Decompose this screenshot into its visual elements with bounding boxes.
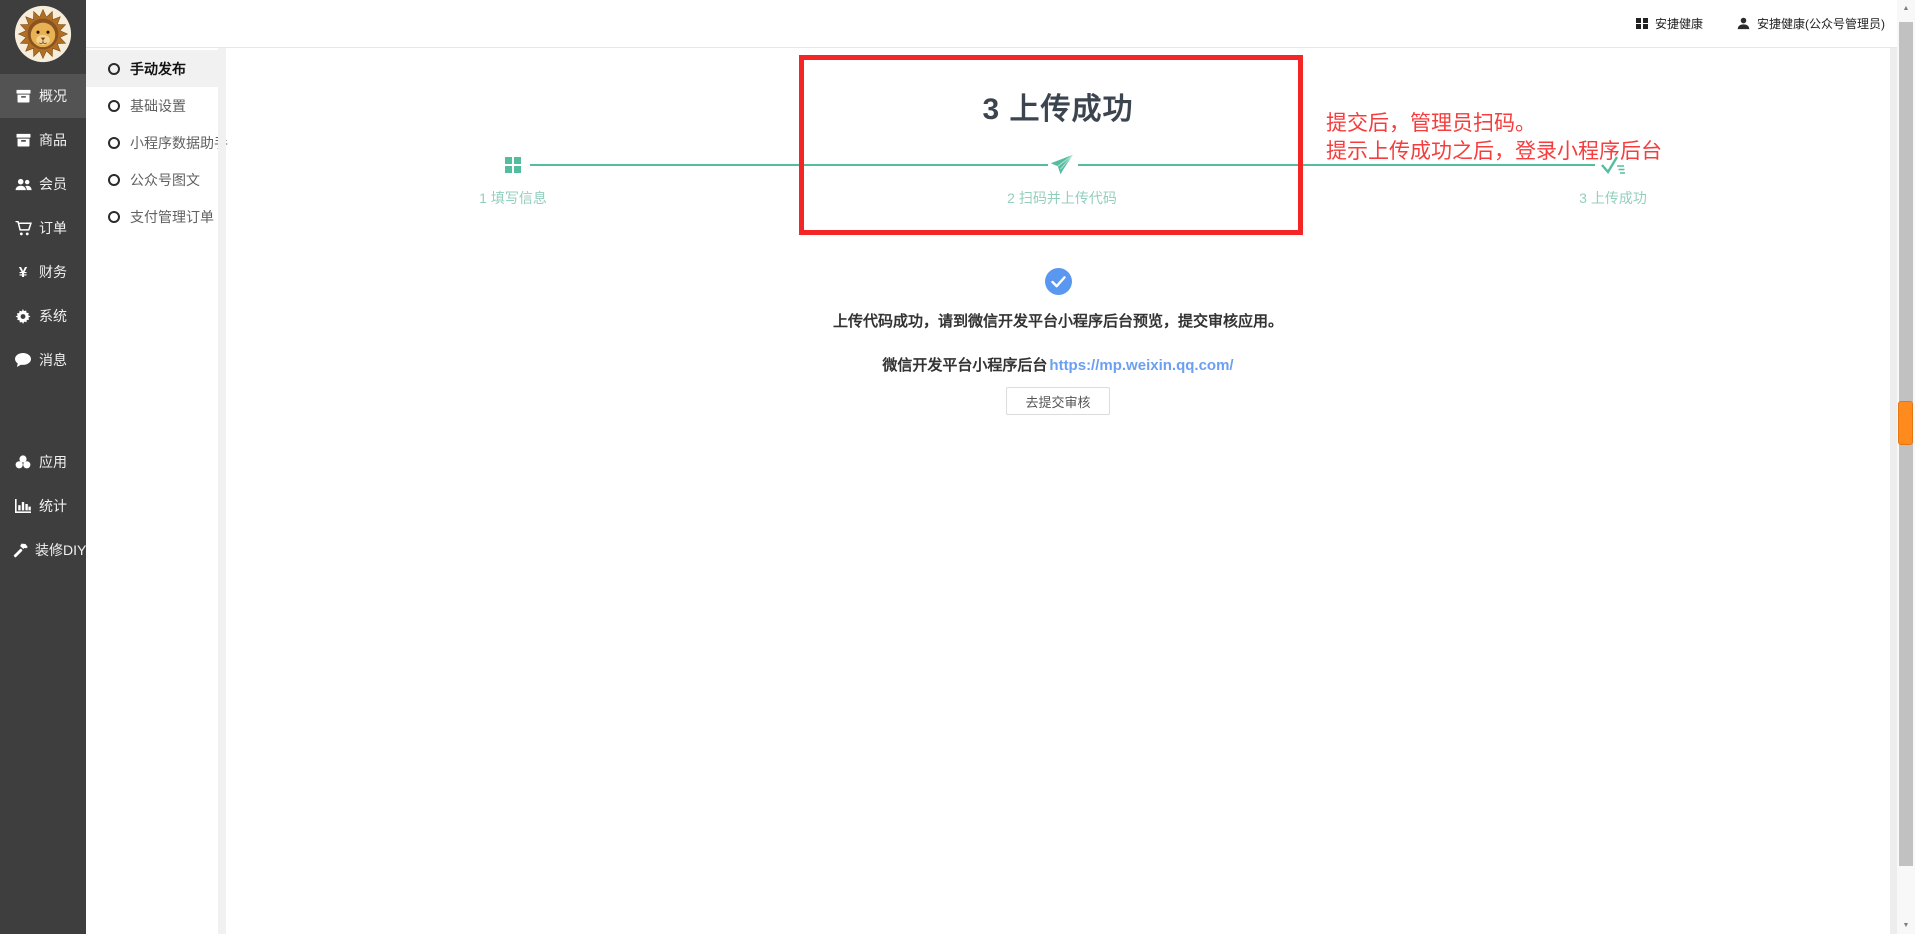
annotation-line: 提示上传成功之后，登录小程序后台	[1326, 138, 1662, 166]
users-icon	[13, 178, 33, 191]
step-label: 1 填写信息	[393, 188, 633, 208]
secondary-sidebar: 手动发布 基础设置 小程序数据助手 公众号图文 支付管理订单	[86, 48, 218, 934]
user-name: 安捷健康(公众号管理员)	[1757, 15, 1885, 32]
sidebar-item-label: 财务	[39, 262, 67, 282]
submenu-item-label: 基础设置	[130, 96, 186, 116]
success-message: 上传代码成功，请到微信开发平台小程序后台预览，提交审核应用。	[226, 310, 1890, 331]
topbar: 安捷健康 安捷健康(公众号管理员)	[86, 0, 1897, 48]
sidebar-item-diy[interactable]: 装修DIY	[0, 528, 86, 572]
lion-logo-icon	[14, 5, 72, 63]
step-label: 3 上传成功	[1493, 188, 1733, 208]
bar-chart-icon	[13, 499, 33, 513]
site-name: 安捷健康	[1655, 15, 1703, 32]
sidebar-item-finance[interactable]: ¥ 财务	[0, 250, 86, 294]
scroll-down-arrow[interactable]: ▼	[1897, 917, 1915, 934]
app-logo	[0, 0, 86, 67]
primary-nav: 概况 商品 会员 订单 ¥ 财务	[0, 74, 86, 572]
sidebar-item-overview[interactable]: 概况	[0, 74, 86, 118]
user-icon	[1737, 17, 1750, 30]
submenu-item-official-articles[interactable]: 公众号图文	[86, 161, 218, 198]
primary-sidebar: 概况 商品 会员 订单 ¥ 财务	[0, 0, 86, 934]
submenu-item-miniprogram-data[interactable]: 小程序数据助手	[86, 124, 218, 161]
grid-icon	[505, 157, 521, 173]
hammer-icon	[13, 543, 29, 558]
sidebar-item-label: 系统	[39, 306, 67, 326]
cart-icon	[13, 221, 33, 236]
sidebar-item-members[interactable]: 会员	[0, 162, 86, 206]
step-label: 2 扫码并上传代码	[942, 188, 1182, 208]
go-submit-review-button[interactable]: 去提交审核	[1006, 387, 1109, 415]
submenu-item-payment-orders[interactable]: 支付管理订单	[86, 198, 218, 235]
page-scrollbar[interactable]: ▲ ▼	[1897, 0, 1915, 934]
sidebar-item-label: 商品	[39, 130, 67, 150]
submenu-item-label: 公众号图文	[130, 170, 200, 190]
submenu-item-manual-publish[interactable]: 手动发布	[86, 50, 218, 87]
gears-icon	[13, 309, 33, 324]
submenu-scrollbar[interactable]	[218, 48, 226, 934]
sidebar-item-orders[interactable]: 订单	[0, 206, 86, 250]
sidebar-group-gap	[0, 382, 86, 440]
circle-icon	[108, 174, 120, 186]
submenu-item-label: 小程序数据助手	[130, 133, 228, 153]
site-switcher[interactable]: 安捷健康	[1636, 15, 1703, 32]
yen-icon: ¥	[13, 264, 33, 281]
user-menu[interactable]: 安捷健康(公众号管理员)	[1737, 15, 1885, 32]
backend-link-line: 微信开发平台小程序后台https://mp.weixin.qq.com/	[226, 354, 1890, 375]
annotation-highlight-box	[799, 55, 1303, 235]
sidebar-item-messages[interactable]: 消息	[0, 338, 86, 382]
sidebar-item-label: 装修DIY	[35, 540, 86, 560]
app-root: 概况 商品 会员 订单 ¥ 财务	[0, 0, 1915, 934]
check-circle-icon	[1045, 268, 1072, 295]
scroll-up-arrow[interactable]: ▲	[1897, 0, 1915, 17]
mp-weixin-link[interactable]: https://mp.weixin.qq.com/	[1049, 357, 1233, 374]
annotation-line: 提交后，管理员扫码。	[1326, 110, 1662, 138]
upload-result-panel: 上传代码成功，请到微信开发平台小程序后台预览，提交审核应用。 微信开发平台小程序…	[226, 268, 1890, 415]
sidebar-item-label: 概况	[39, 86, 67, 106]
scroll-position-marker	[1898, 401, 1913, 445]
apps-icon	[13, 455, 33, 469]
annotation-text: 提交后，管理员扫码。 提示上传成功之后，登录小程序后台	[1326, 110, 1662, 166]
archive-icon	[13, 89, 33, 103]
submenu-item-label: 手动发布	[130, 59, 186, 79]
circle-icon	[108, 137, 120, 149]
main-content: 3 上传成功 1 填写信息 2 扫码并上传代码 3 上传成功	[226, 48, 1890, 934]
circle-icon	[108, 211, 120, 223]
sidebar-item-stats[interactable]: 统计	[0, 484, 86, 528]
sidebar-item-label: 会员	[39, 174, 67, 194]
sidebar-item-goods[interactable]: 商品	[0, 118, 86, 162]
archive-icon	[13, 133, 33, 147]
submenu-item-label: 支付管理订单	[130, 207, 214, 227]
content-right-gutter	[1890, 48, 1897, 934]
link-label: 微信开发平台小程序后台	[882, 357, 1047, 374]
sidebar-item-label: 订单	[39, 218, 67, 238]
grid-icon	[1636, 18, 1648, 30]
wizard-step-1: 1 填写信息	[393, 151, 633, 208]
sidebar-item-system[interactable]: 系统	[0, 294, 86, 338]
sidebar-item-label: 统计	[39, 496, 67, 516]
sidebar-item-label: 消息	[39, 350, 67, 370]
sidebar-item-label: 应用	[39, 452, 67, 472]
circle-icon	[108, 100, 120, 112]
comment-icon	[13, 353, 33, 367]
wizard-step-2: 2 扫码并上传代码	[942, 151, 1182, 208]
circle-icon	[108, 63, 120, 75]
sidebar-item-apps[interactable]: 应用	[0, 440, 86, 484]
paper-plane-icon	[1050, 154, 1074, 176]
submenu-item-basic-settings[interactable]: 基础设置	[86, 87, 218, 124]
